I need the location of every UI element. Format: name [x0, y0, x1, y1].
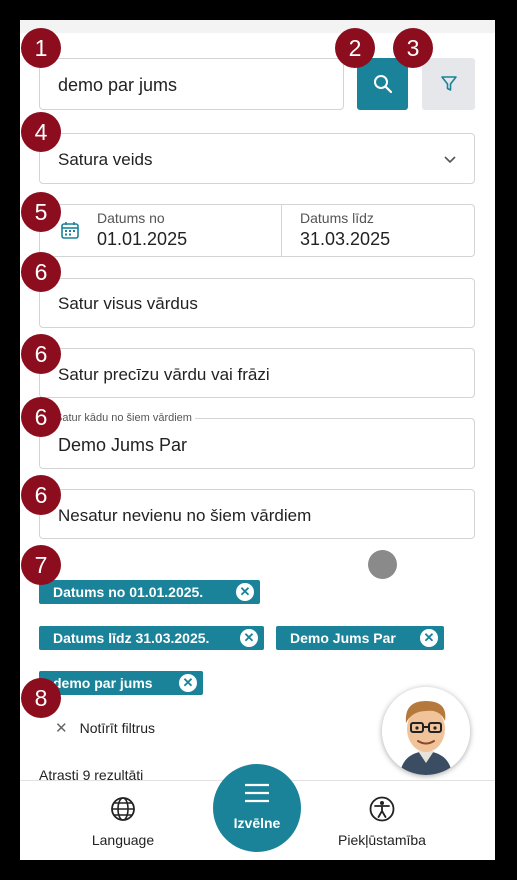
close-icon[interactable]: ✕ — [236, 583, 254, 601]
annotation-badge: 6 — [21, 252, 61, 292]
globe-icon — [111, 797, 135, 821]
search-button[interactable] — [357, 58, 408, 110]
chevron-down-icon — [444, 156, 456, 164]
date-divider — [281, 205, 282, 256]
filter-icon — [440, 76, 457, 91]
annotation-badge: 5 — [21, 192, 61, 232]
annotation-badge: 8 — [21, 678, 61, 718]
calendar-icon — [61, 222, 79, 239]
accessibility-nav-item[interactable]: Piekļūstamība — [322, 795, 442, 848]
close-icon[interactable]: ✕ — [420, 629, 438, 647]
date-to-value[interactable]: 31.03.2025 — [300, 229, 390, 250]
close-icon: ✕ — [55, 720, 68, 737]
search-input-value: demo par jums — [58, 75, 178, 95]
exact-phrase-placeholder: Satur precīzu vārdu vai frāzi — [58, 365, 270, 384]
assistant-face-icon — [382, 687, 470, 775]
all-words-placeholder: Satur visus vārdus — [58, 294, 198, 313]
filter-chip[interactable]: Datums no 01.01.2025. ✕ — [39, 580, 260, 604]
clear-filters-label: Notīrīt filtrus — [79, 720, 156, 736]
menu-label: Izvēlne — [233, 815, 281, 831]
all-words-input[interactable]: Satur visus vārdus — [39, 278, 475, 328]
date-range-field[interactable]: Datums no 01.01.2025 Datums līdz 31.03.2… — [39, 204, 475, 257]
annotation-badge: 7 — [21, 545, 61, 585]
annotation-badge: 6 — [21, 475, 61, 515]
annotation-badge: 4 — [21, 112, 61, 152]
annotation-badge: 3 — [393, 28, 433, 68]
filter-chip[interactable]: demo par jums ✕ — [39, 671, 203, 695]
filter-chip[interactable]: Demo Jums Par ✕ — [276, 626, 444, 650]
language-nav-item[interactable]: Language — [78, 795, 168, 848]
close-icon[interactable]: ✕ — [179, 674, 197, 692]
language-label: Language — [91, 832, 155, 848]
search-input[interactable]: demo par jums — [39, 58, 344, 110]
date-from-label: Datums no — [97, 210, 165, 226]
chip-label: Datums no 01.01.2025. — [53, 584, 204, 600]
chip-label: demo par jums — [53, 675, 153, 691]
clear-filters-link[interactable]: ✕ Notīrīt filtrus — [55, 719, 155, 737]
annotation-badge: 6 — [21, 397, 61, 437]
date-to-label: Datums līdz — [300, 210, 374, 226]
scroll-indicator[interactable] — [368, 550, 397, 579]
accessibility-label: Piekļūstamība — [338, 832, 426, 848]
content-type-label: Satura veids — [58, 150, 153, 169]
filter-chip[interactable]: Datums līdz 31.03.2025. ✕ — [39, 626, 264, 650]
menu-icon — [245, 783, 269, 803]
any-words-value: Demo Jums Par — [58, 435, 188, 455]
annotation-badge: 6 — [21, 334, 61, 374]
any-words-label: Satur kādu no šiem vārdiem — [52, 412, 195, 424]
filter-button[interactable] — [422, 58, 475, 110]
search-icon — [373, 75, 392, 94]
app-screen: demo par jums Satura veids Datums no 01.… — [20, 20, 495, 860]
date-from-value[interactable]: 01.01.2025 — [97, 229, 187, 250]
accessibility-icon — [369, 796, 395, 822]
chip-label: Datums līdz 31.03.2025. — [53, 630, 210, 646]
content-type-select[interactable]: Satura veids — [39, 133, 475, 184]
menu-button[interactable]: Izvēlne — [213, 764, 301, 852]
exact-phrase-input[interactable]: Satur precīzu vārdu vai frāzi — [39, 348, 475, 398]
assistant-avatar[interactable] — [382, 687, 470, 775]
none-words-placeholder: Nesatur nevienu no šiem vārdiem — [58, 506, 312, 525]
close-icon[interactable]: ✕ — [240, 629, 258, 647]
annotation-badge: 2 — [335, 28, 375, 68]
any-words-input[interactable]: Satur kādu no šiem vārdiem Demo Jums Par — [39, 412, 475, 469]
none-words-input[interactable]: Nesatur nevienu no šiem vārdiem — [39, 489, 475, 539]
chip-label: Demo Jums Par — [290, 630, 396, 646]
annotation-badge: 1 — [21, 28, 61, 68]
